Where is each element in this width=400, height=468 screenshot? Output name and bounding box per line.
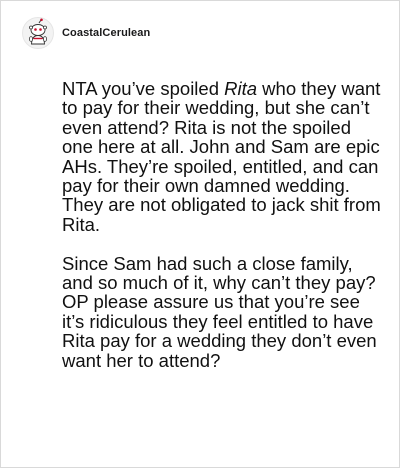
username-link[interactable]: CoastalCerulean	[62, 27, 150, 39]
comment-paragraph-2: Since Sam had such a close family, and s…	[62, 252, 377, 371]
comment-paragraph-1: NTA you’ve spoiled Rita who they want to…	[62, 79, 382, 234]
comment-header: CoastalCerulean	[22, 17, 150, 49]
avatar[interactable]	[22, 17, 54, 49]
paragraph-1-text-start: NTA you’ve spoiled	[62, 78, 225, 99]
comment-body: NTA you’ve spoiled Rita who they want to…	[62, 79, 382, 370]
paragraph-1-text-end: who they want to pay for their wedding, …	[62, 78, 381, 235]
comment-card: CoastalCerulean NTA you’ve spoiled Rita …	[0, 0, 400, 468]
snoo-avatar-icon	[22, 17, 54, 49]
paragraph-1-italic-name: Rita	[224, 78, 258, 99]
